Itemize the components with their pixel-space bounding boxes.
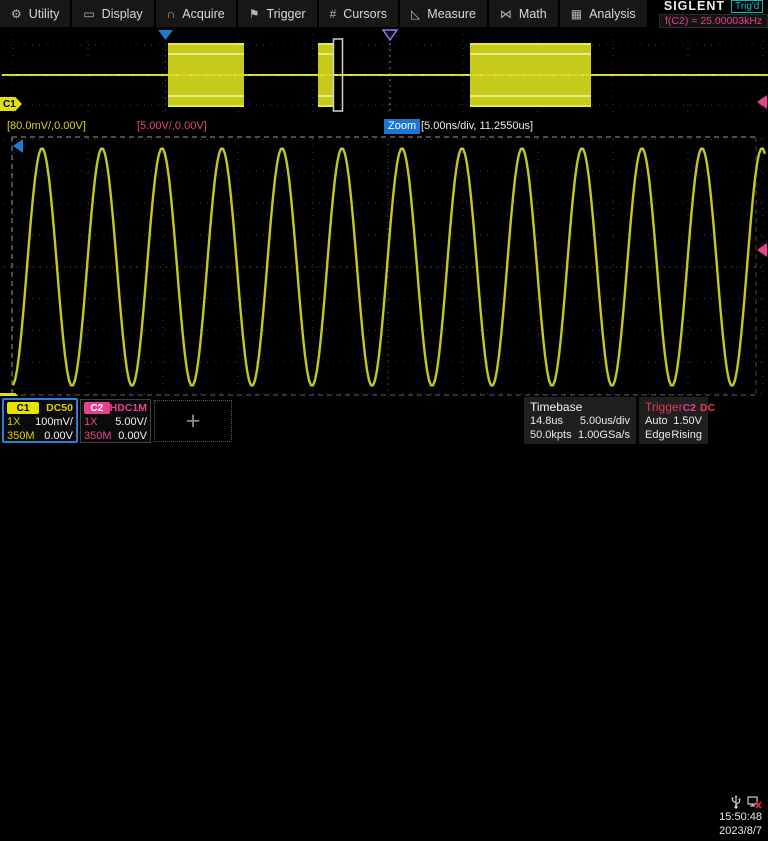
menu-math[interactable]: ⋈ Math (489, 0, 558, 27)
menu-acquire-label: Acquire (182, 7, 224, 21)
menu-cursors[interactable]: # Cursors (319, 0, 398, 27)
menu-math-label: Math (519, 7, 547, 21)
menu-display-label: Display (102, 7, 143, 21)
analysis-icon: ▦ (571, 8, 582, 20)
c2-scale: 5.00V/ (115, 415, 147, 429)
menu-analysis-label: Analysis (589, 7, 636, 21)
trigger-mode: Auto (645, 414, 668, 428)
menu-measure-label: Measure (427, 7, 476, 21)
c1-scale: 100mV/ (35, 415, 73, 429)
trigger-descriptor[interactable]: Trigger C2DC Auto 1.50V Edge Rising (639, 397, 708, 444)
trigger-source: C2 (683, 402, 696, 414)
add-channel-slot[interactable]: + (154, 400, 232, 442)
c1-bandwidth: 350M (7, 429, 35, 443)
menubar: ⚙ Utility ▭ Display ∩ Acquire ⚑ Trigger … (0, 0, 768, 27)
c1-attenuation: 1X (7, 415, 20, 429)
clock-date: 2023/8/7 (719, 824, 762, 838)
display-icon: ▭ (83, 8, 94, 20)
bottom-bar: C1 DC50 1X 100mV/ 350M 0.00V C2 H DC1M 1… (0, 396, 768, 445)
zoom-window: C1 (0, 136, 768, 396)
menu-acquire[interactable]: ∩ Acquire (156, 0, 236, 27)
trigger-slope: Rising (671, 428, 702, 442)
c1-coupling: DC50 (46, 402, 73, 414)
menu-measure[interactable]: ◺ Measure (400, 0, 487, 27)
c1-offset: 0.00V (44, 429, 73, 443)
acquire-icon: ∩ (167, 8, 176, 20)
overview-waveform (0, 29, 768, 117)
flag-icon: ⚑ (249, 8, 260, 20)
frequency-readout: f(C2) = 25.00003kHz (659, 14, 768, 28)
overview-window: C1 (0, 29, 768, 117)
c1-badge: C1 (7, 402, 39, 414)
ch1-zoom-scale-label: [80.0mV/,0.00V] (7, 120, 86, 132)
status-area: 15:50:48 2023/8/7 (710, 793, 766, 841)
menu-utility[interactable]: ⚙ Utility (0, 0, 70, 27)
menu-cursors-label: Cursors (343, 7, 387, 21)
channel-1-descriptor[interactable]: C1 DC50 1X 100mV/ 350M 0.00V (2, 398, 78, 443)
c2-bandwidth: 350M (84, 429, 112, 443)
math-icon: ⋈ (500, 8, 512, 20)
menu-analysis[interactable]: ▦ Analysis (560, 0, 647, 27)
menu-utility-label: Utility (29, 7, 60, 21)
lan-error-icon (747, 795, 762, 809)
timebase-samplerate: 1.00GSa/s (578, 428, 630, 442)
siglent-logo: SIGLENT (664, 0, 725, 12)
menu-trigger[interactable]: ⚑ Trigger (238, 0, 317, 27)
menu-trigger-label: Trigger (266, 7, 305, 21)
usb-icon (730, 795, 742, 809)
labels-row: [80.0mV/,0.00V] [5.00V/,0.00V] Zoom [5.0… (0, 117, 768, 136)
zoom-waveform (0, 136, 768, 396)
c2-badge: C2 (84, 402, 110, 414)
timebase-title: Timebase (530, 400, 582, 414)
c2-attenuation: 1X (84, 415, 97, 429)
timebase-delay: 14.8us (530, 414, 563, 428)
cursors-icon: # (330, 8, 337, 20)
timebase-points: 50.0kpts (530, 428, 572, 442)
clock-time: 15:50:48 (719, 810, 762, 824)
trigger-status-badge: Trig'd (731, 0, 763, 13)
measure-icon: ◺ (411, 8, 420, 20)
trigger-title: Trigger (645, 400, 683, 414)
trigger-level: 1.50V (673, 414, 702, 428)
timebase-scale: 5.00us/div (580, 414, 630, 428)
trigger-coupling: DC (700, 402, 715, 414)
trigger-type: Edge (645, 428, 671, 442)
menu-display[interactable]: ▭ Display (72, 0, 153, 27)
plus-icon: + (186, 411, 201, 431)
c2-bw-limit: H (110, 402, 118, 414)
oscilloscope-screen: ⚙ Utility ▭ Display ∩ Acquire ⚑ Trigger … (0, 0, 768, 445)
ch2-zoom-scale-label: [5.00V/,0.00V] (137, 120, 207, 132)
c2-coupling: DC1M (117, 402, 147, 414)
gear-icon: ⚙ (11, 8, 22, 20)
channel-2-descriptor[interactable]: C2 H DC1M 1X 5.00V/ 350M 0.00V (80, 399, 151, 443)
c2-offset: 0.00V (118, 429, 147, 443)
logo-block: SIGLENT Trig'd f(C2) = 25.00003kHz (649, 0, 768, 27)
timebase-descriptor[interactable]: Timebase 14.8us 5.00us/div 50.0kpts 1.00… (524, 397, 636, 444)
zoom-mode-badge[interactable]: Zoom (384, 119, 420, 134)
zoom-timebase-label: [5.00ns/div, 11.2550us] (421, 120, 533, 132)
